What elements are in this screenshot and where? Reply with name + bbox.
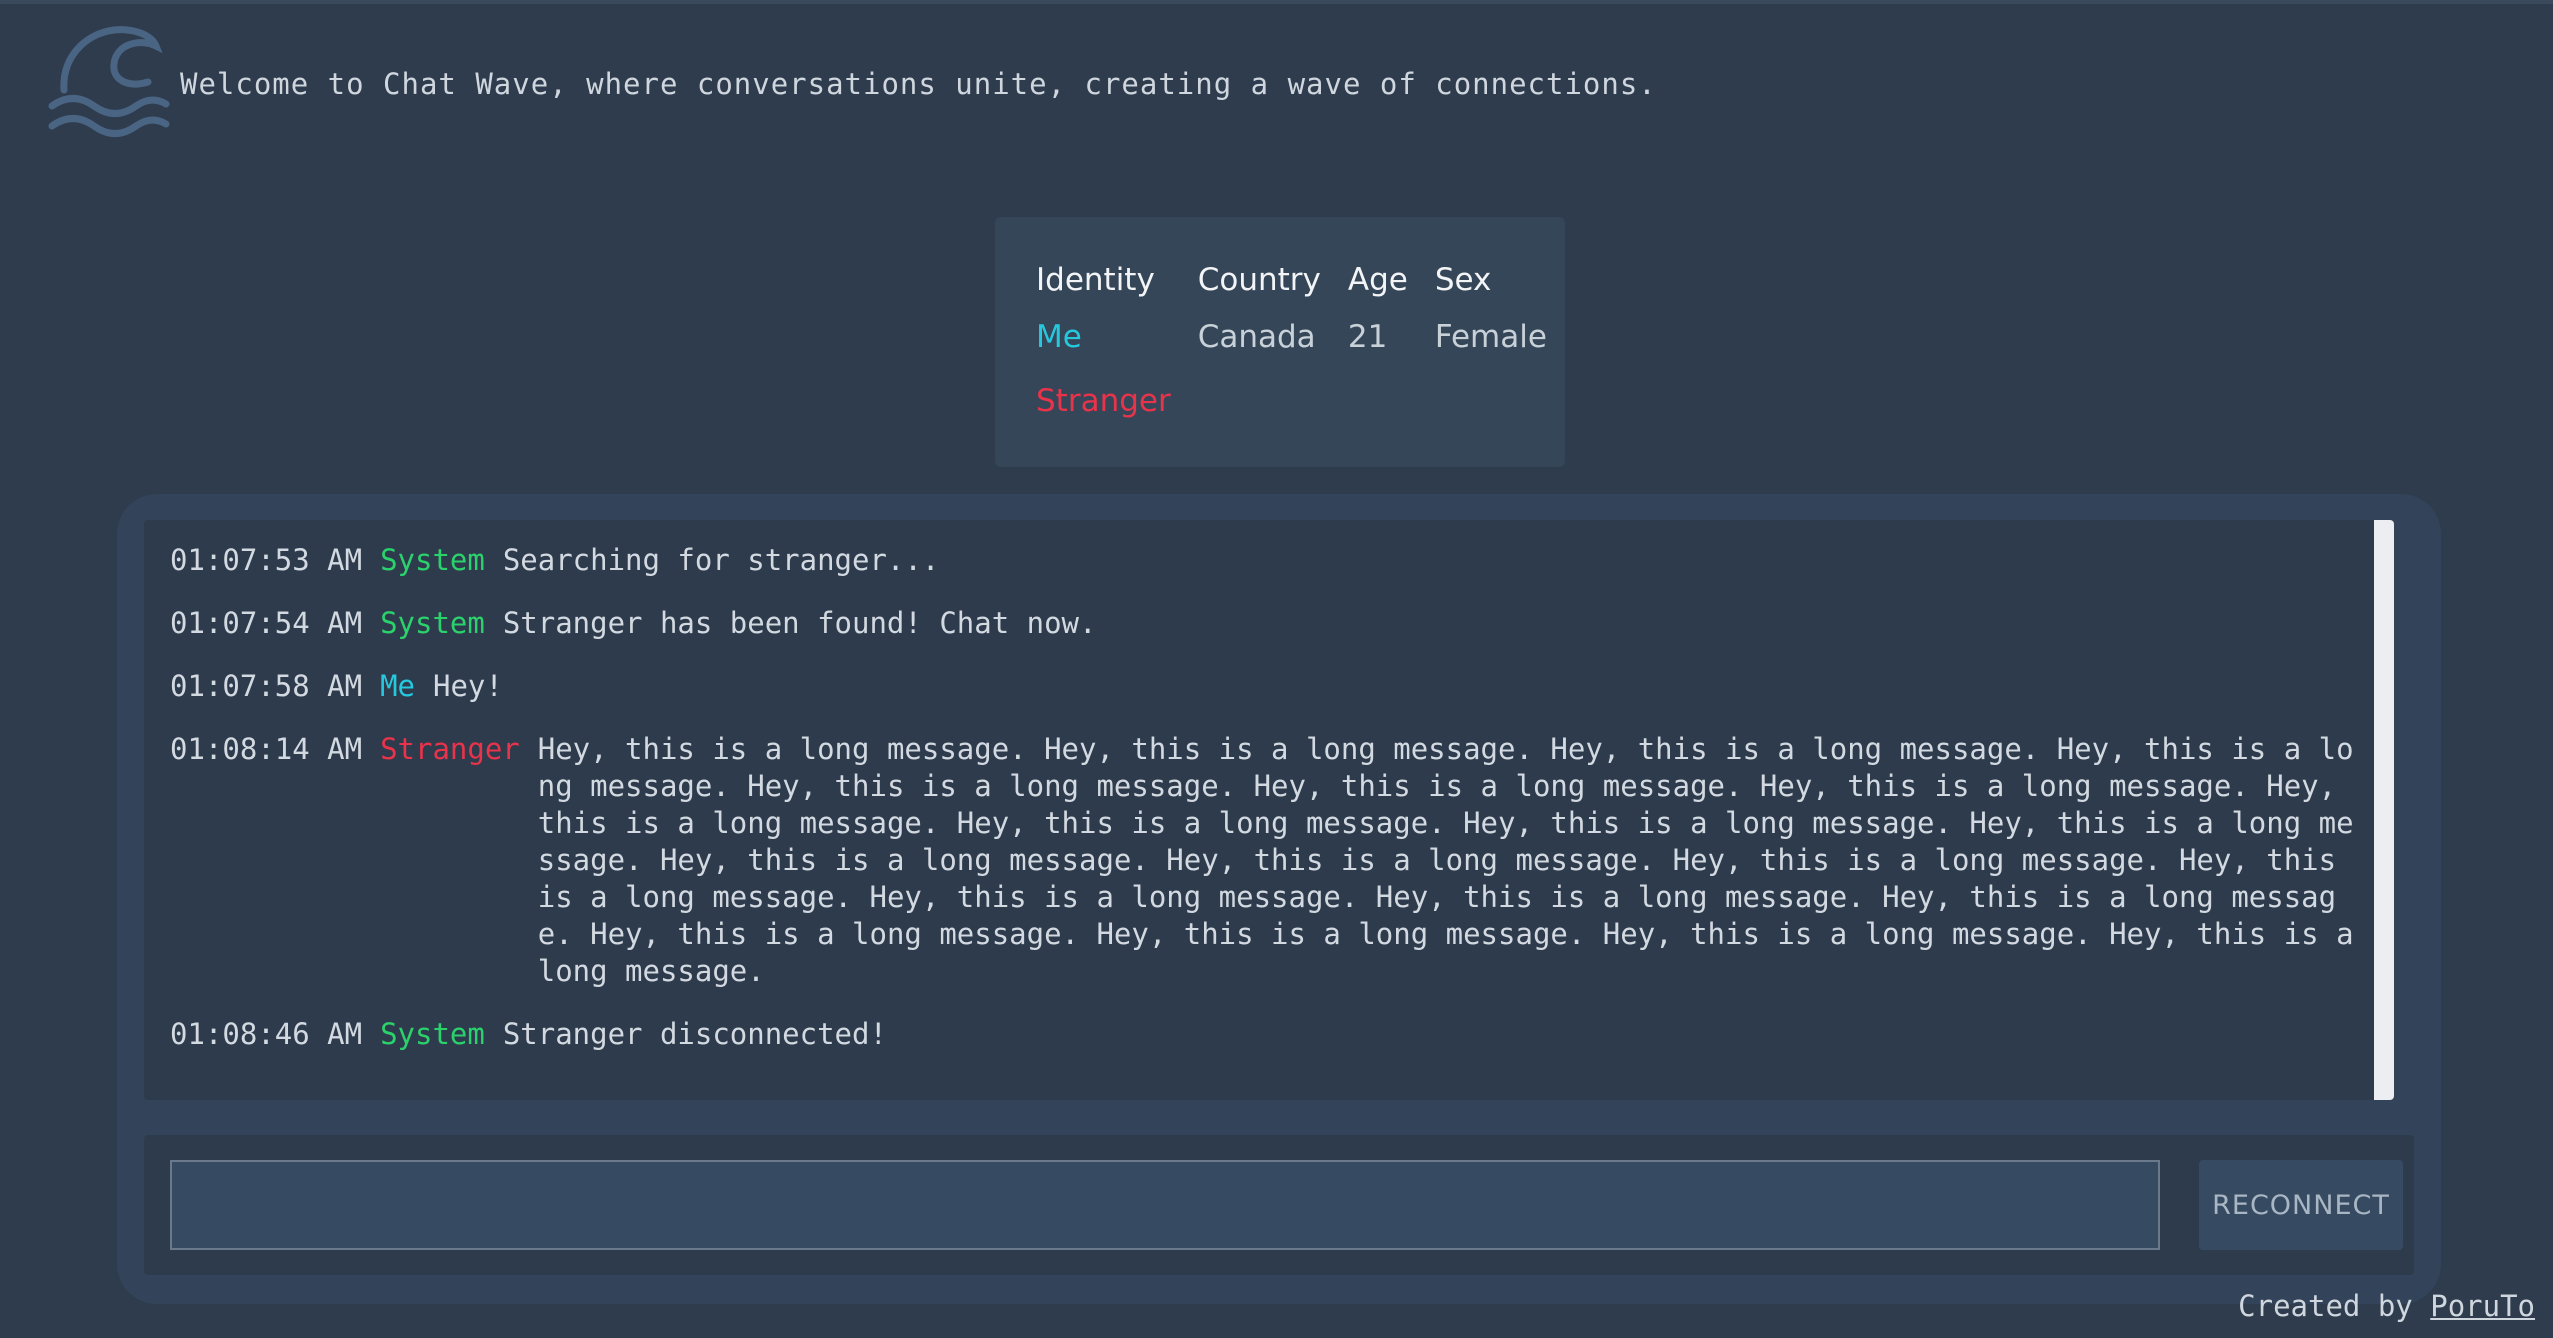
message-sender: System (380, 606, 485, 640)
column-header-identity: Identity (1036, 262, 1155, 298)
footer: Created by PoruTo (2238, 1289, 2535, 1323)
message-time: 01:08:46 AM (170, 1017, 363, 1051)
table-row-stranger: Stranger (1036, 369, 1547, 433)
identity-card: Identity Country Age Sex Me Canada 21 Fe… (995, 217, 1565, 467)
chat-panel: 01:07:53 AM System Searching for strange… (117, 494, 2441, 1304)
table-row-me: Me Canada 21 Female (1036, 305, 1547, 369)
identity-table: Identity Country Age Sex Me Canada 21 Fe… (1036, 255, 1547, 433)
message-sender: Stranger (380, 732, 520, 766)
message-text: Stranger disconnected! (502, 1017, 887, 1051)
country-stranger (1198, 369, 1348, 433)
age-me: 21 (1347, 319, 1388, 355)
composer: RECONNECT (144, 1135, 2414, 1275)
column-header-sex: Sex (1434, 262, 1492, 298)
message-item: 01:07:54 AM System Stranger has been fou… (170, 605, 2360, 642)
message-log[interactable]: 01:07:53 AM System Searching for strange… (144, 520, 2394, 1100)
footer-prefix: Created by (2238, 1289, 2413, 1323)
reconnect-button[interactable]: RECONNECT (2199, 1160, 2403, 1250)
sex-stranger (1435, 369, 1547, 433)
message-sender: System (380, 1017, 485, 1051)
message-item: 01:07:53 AM System Searching for strange… (170, 542, 2360, 579)
message-item: 01:07:58 AM Me Hey! (170, 668, 2360, 705)
country-me: Canada (1197, 319, 1316, 355)
wave-icon (48, 26, 170, 137)
message-text: Stranger has been found! Chat now. (502, 606, 1097, 640)
message-text: Hey! (432, 669, 503, 703)
message-time: 01:07:54 AM (170, 606, 363, 640)
sex-me: Female (1434, 319, 1547, 355)
message-text: Hey, this is a long message. Hey, this i… (537, 732, 2372, 988)
message-sender: System (380, 543, 485, 577)
identity-stranger: Stranger (1036, 383, 1171, 419)
message-time: 01:07:58 AM (170, 669, 363, 703)
message-sender: Me (380, 669, 415, 703)
welcome-text: Welcome to Chat Wave, where conversation… (180, 67, 1657, 101)
author-link[interactable]: PoruTo (2430, 1289, 2535, 1323)
message-text: Searching for stranger... (502, 543, 940, 577)
message-log-scrollbar[interactable] (2374, 520, 2394, 1100)
message-time: 01:08:14 AM (170, 732, 363, 766)
identity-me: Me (1036, 319, 1082, 355)
message-item: 01:08:14 AM Stranger Hey, this is a long… (170, 731, 2360, 990)
message-input[interactable] (170, 1160, 2160, 1250)
age-stranger (1348, 369, 1435, 433)
message-time: 01:07:53 AM (170, 543, 363, 577)
column-header-age: Age (1347, 262, 1408, 298)
column-header-country: Country (1197, 262, 1321, 298)
header: Welcome to Chat Wave, where conversation… (44, 22, 1657, 146)
message-item: 01:08:46 AM System Stranger disconnected… (170, 1016, 2360, 1053)
